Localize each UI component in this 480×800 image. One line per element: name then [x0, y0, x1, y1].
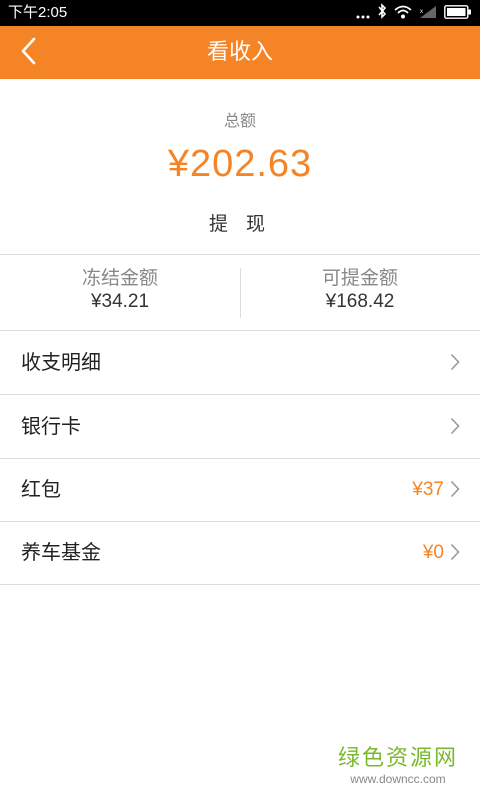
frozen-balance-label: 冻结金额 — [81, 267, 158, 289]
status-icons: x — [356, 3, 472, 23]
withdrawable-balance-value: ¥168.42 — [325, 291, 395, 312]
menu-item-bank-card[interactable]: 银行卡 — [0, 395, 480, 459]
withdrawable-balance-label: 可提金额 — [321, 267, 398, 289]
menu-item-label: 银行卡 — [21, 414, 81, 438]
menu-item-red-packet[interactable]: 红包 ¥37 — [0, 458, 480, 522]
battery-icon — [444, 4, 472, 23]
svg-text:x: x — [420, 9, 423, 15]
total-summary: 总额 ¥202.63 提 现 — [0, 79, 480, 255]
status-time: 下午2:05 — [8, 4, 68, 21]
frozen-balance-value: ¥34.21 — [90, 291, 150, 312]
header-bar: 看收入 — [0, 26, 480, 79]
total-amount: ¥202.63 — [167, 143, 313, 185]
watermark: 绿色资源网 www.downcc.com — [338, 746, 458, 786]
menu-item-transactions[interactable]: 收支明细 — [0, 331, 480, 395]
chevron-right-icon — [450, 480, 460, 498]
balance-row: 冻结金额 ¥34.21 可提金额 ¥168.42 — [0, 255, 480, 331]
menu-dots-icon — [356, 4, 370, 23]
menu-item-value: ¥37 — [412, 479, 444, 500]
watermark-url: www.downcc.com — [350, 772, 446, 786]
menu-item-label: 养车基金 — [21, 540, 101, 564]
chevron-right-icon — [450, 417, 460, 435]
chevron-right-icon — [450, 543, 460, 561]
page-title: 看收入 — [206, 40, 273, 65]
wifi-icon — [394, 4, 412, 23]
status-bar: 下午2:05 x — [0, 0, 480, 26]
bluetooth-icon — [377, 3, 387, 23]
withdraw-button[interactable]: 提 现 — [190, 207, 290, 241]
menu-item-value: ¥0 — [422, 542, 444, 563]
menu-item-label: 红包 — [21, 477, 61, 501]
frozen-balance: 冻结金额 ¥34.21 — [0, 255, 240, 330]
menu-item-label: 收支明细 — [21, 350, 101, 374]
chevron-right-icon — [450, 353, 460, 371]
withdrawable-balance: 可提金额 ¥168.42 — [240, 255, 480, 330]
watermark-title: 绿色资源网 — [337, 746, 458, 771]
total-label: 总额 — [223, 111, 256, 130]
signal-icon: x — [419, 4, 437, 23]
menu-item-car-fund[interactable]: 养车基金 ¥0 — [0, 521, 480, 585]
